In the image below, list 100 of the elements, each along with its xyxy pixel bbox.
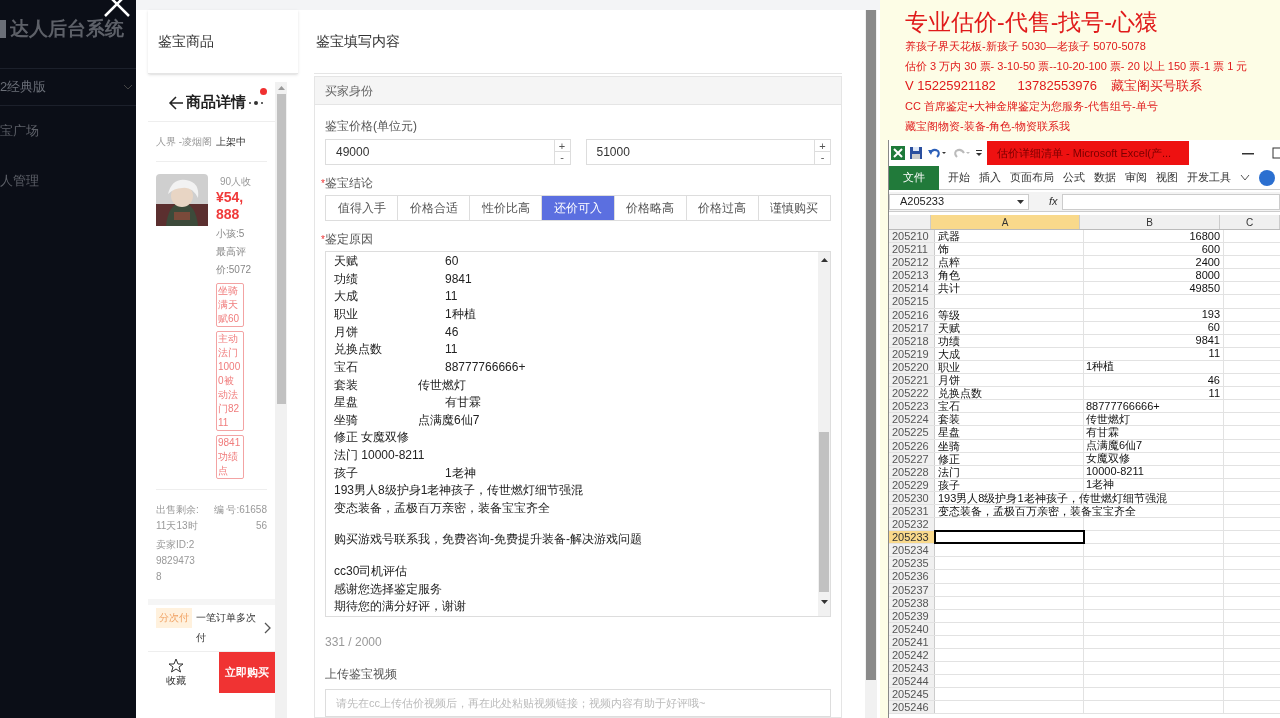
row-header[interactable]: 205212: [889, 256, 935, 269]
table-cell: 套装: [938, 413, 960, 427]
installment-badge: 分次付: [156, 608, 192, 628]
row-header[interactable]: 205214: [889, 282, 935, 295]
dropdown-icon: [1017, 199, 1024, 204]
ribbon-tab[interactable]: 数据: [1094, 169, 1116, 186]
notification-dot-icon: [260, 88, 267, 95]
section-heading: 鉴宝填写内容: [316, 32, 400, 51]
status-text: 上架中: [216, 135, 247, 149]
ribbon-tab[interactable]: 插入: [979, 169, 1001, 186]
number-input[interactable]: 49000 + -: [325, 139, 571, 165]
maximize-icon[interactable]: [1272, 147, 1280, 159]
text-area[interactable]: [325, 251, 831, 617]
text-line: 功绩: [334, 270, 359, 288]
table-cell: 9841: [1195, 334, 1220, 348]
row-header[interactable]: 205242: [889, 649, 935, 662]
text-line: 11: [445, 288, 458, 306]
row-header[interactable]: 205246: [889, 701, 935, 714]
ribbon-tab[interactable]: 公式: [1063, 169, 1085, 186]
row-header[interactable]: 205224: [889, 413, 935, 426]
table-cell: 女魔双修: [1086, 452, 1130, 466]
scroll-up-icon[interactable]: [820, 258, 828, 262]
chevron-right-icon[interactable]: [264, 622, 271, 634]
text-line: 感谢您选择鉴定服务: [334, 580, 443, 598]
decrement-button[interactable]: -: [815, 152, 830, 164]
selected-cell[interactable]: [935, 531, 1084, 544]
conclusion-option[interactable]: 还价可入: [541, 196, 614, 220]
table-cell: 宝石: [938, 400, 960, 414]
ribbon-tab[interactable]: 审阅: [1125, 169, 1147, 186]
text-line: 期待您的满分好评，谢谢: [334, 598, 467, 616]
row-header[interactable]: 205215: [889, 295, 935, 308]
decrement-button[interactable]: -: [554, 152, 570, 164]
text-line: 9841: [445, 270, 472, 288]
row-header[interactable]: 205211: [889, 243, 935, 256]
scrollbar-thumb[interactable]: [819, 432, 829, 592]
app-title: 达人后台系统: [10, 16, 124, 41]
row-header[interactable]: 205245: [889, 688, 935, 701]
spreadsheet-app-icon[interactable]: [891, 146, 905, 160]
video-link-input[interactable]: 请先在cc上传估价视频后，再在此处粘贴视频链接；视频内容有助于好评哦~: [325, 689, 831, 717]
text-line: 传世燃灯: [418, 376, 466, 394]
chevron-down-icon: [124, 84, 132, 90]
favorite-button[interactable]: 收藏: [148, 652, 204, 693]
ribbon-tab[interactable]: 页面布局: [1010, 169, 1054, 186]
ribbon-tab[interactable]: 开发工具: [1187, 169, 1231, 186]
column-header[interactable]: B: [1080, 215, 1220, 229]
column-header[interactable]: C: [1220, 215, 1280, 229]
row-header[interactable]: 205232: [889, 518, 935, 531]
card-header: 买家身份: [325, 82, 373, 100]
row-header[interactable]: 205236: [889, 570, 935, 583]
logo-icon: [0, 20, 6, 38]
column-header[interactable]: A: [931, 215, 1080, 229]
scrollbar-thumb[interactable]: [866, 10, 876, 680]
name-box[interactable]: A205233: [889, 193, 1029, 210]
function-icon[interactable]: fx: [1049, 193, 1058, 210]
row-header[interactable]: 205222: [889, 387, 935, 400]
collapse-ribbon-icon[interactable]: [1240, 173, 1250, 182]
buy-now-button[interactable]: 立即购买: [219, 652, 275, 693]
row-header[interactable]: 205233: [889, 531, 935, 544]
row-header[interactable]: 205235: [889, 557, 935, 570]
row-header[interactable]: 205225: [889, 426, 935, 439]
file-menu-button[interactable]: 文件: [889, 165, 939, 190]
row-header[interactable]: 205213: [889, 269, 935, 282]
increment-button[interactable]: +: [815, 140, 830, 152]
increment-button[interactable]: +: [554, 140, 570, 152]
row-header[interactable]: 205243: [889, 662, 935, 675]
table-cell: 武器: [938, 230, 960, 243]
back-arrow-icon[interactable]: [168, 95, 184, 110]
row-header[interactable]: 205234: [889, 544, 935, 557]
scroll-down-icon[interactable]: [820, 600, 828, 604]
row-header[interactable]: 205221: [889, 374, 935, 387]
notice-title: 专业估价-代售-找号-心猿: [905, 8, 1159, 36]
serial-number: 编 号:6165856: [212, 503, 267, 533]
table-cell: 46: [1207, 373, 1220, 387]
info-text: 小孩:5最高评价:5072: [216, 227, 252, 277]
table-cell: 变态装备，孟极百万亲密，装备宝宝齐全: [938, 504, 1136, 518]
row-header[interactable]: 205210: [889, 230, 935, 243]
row-header[interactable]: 205223: [889, 400, 935, 413]
price-text: ¥54,888: [216, 189, 245, 223]
more-icon[interactable]: [248, 99, 264, 106]
ribbon-tab[interactable]: 视图: [1156, 169, 1178, 186]
field-label: 上传鉴宝视频: [325, 666, 398, 683]
table-cell: 兑换点数: [938, 387, 982, 401]
field-label: 鉴宝价格(单位元): [325, 118, 418, 135]
text-line: 修正 女魔双修: [334, 428, 411, 446]
table-cell: 功绩: [938, 334, 960, 348]
table-cell: 共计: [938, 282, 960, 296]
table-cell: 饰: [938, 243, 949, 257]
tag-label: 主动法门10000被动法门8211: [216, 331, 244, 431]
save-icon[interactable]: [909, 146, 923, 160]
undo-icon[interactable]: [927, 146, 947, 160]
ribbon-tab[interactable]: 开始: [948, 169, 970, 186]
table-cell: 修正: [938, 452, 960, 466]
text-line: 兑换点数: [334, 341, 383, 359]
row-header[interactable]: 205244: [889, 675, 935, 688]
table-cell: 月饼: [938, 374, 960, 388]
number-input[interactable]: 51000 + -: [585, 139, 831, 165]
scrollbar-thumb[interactable]: [276, 94, 286, 404]
table-cell: 坐骑: [938, 439, 960, 453]
table-cell: 193男人8级护身1老神孩子，传世燃灯细节强混: [938, 491, 1167, 505]
text-line: 孩子: [334, 465, 359, 483]
